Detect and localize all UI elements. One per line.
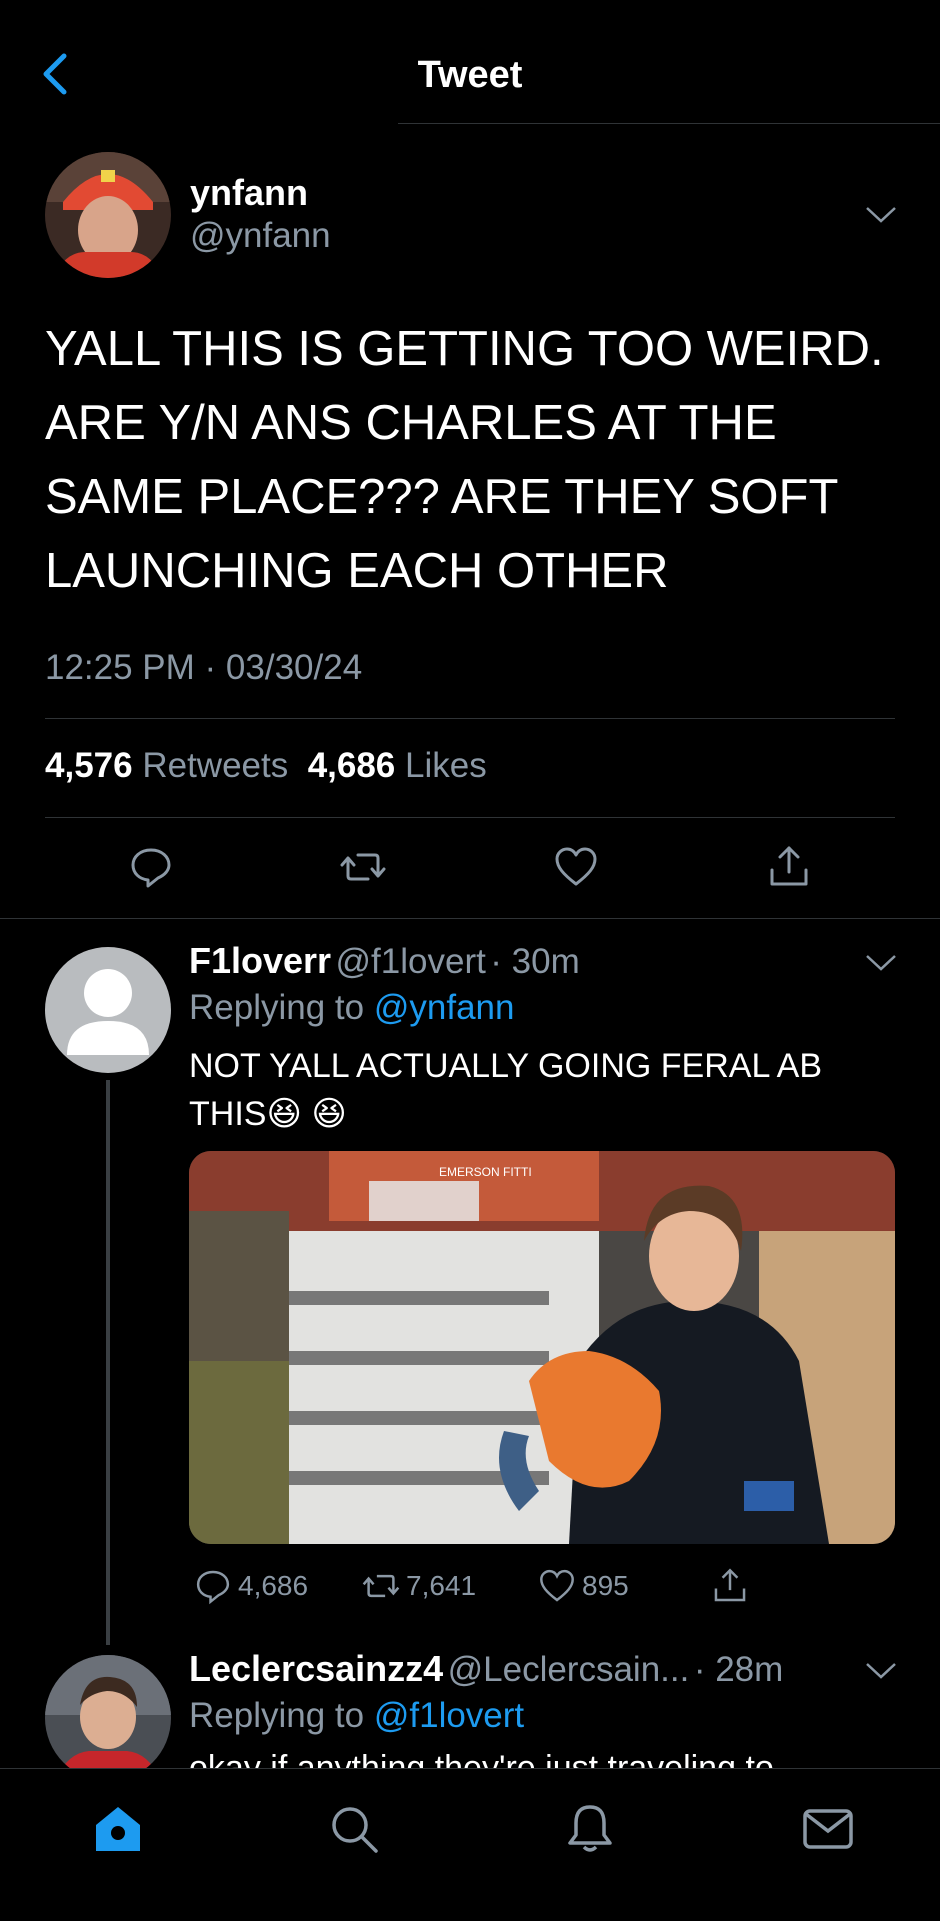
messages-icon[interactable]	[800, 1801, 856, 1857]
tweet-timestamp: 12:25 PM · 03/30/24	[45, 648, 363, 687]
likes-label[interactable]: Likes	[405, 746, 487, 785]
reply-icon	[196, 1570, 230, 1605]
replying-to: Replying to @f1lovert	[189, 1696, 524, 1736]
reply-author-name[interactable]: Leclercsainzz4	[189, 1648, 443, 1689]
divider	[45, 718, 895, 719]
retweet-count: 7,641	[406, 1570, 477, 1601]
page-title: Tweet	[417, 54, 523, 96]
like-icon[interactable]	[553, 844, 599, 890]
reply-author-handle[interactable]: @f1lovert	[336, 942, 486, 981]
chevron-down-icon[interactable]	[864, 205, 898, 225]
tweet-stats: 4,576 Retweets 4,686 Likes	[45, 746, 487, 786]
home-icon[interactable]	[90, 1801, 146, 1857]
reply-author-handle[interactable]: @Leclercsain...	[448, 1650, 690, 1689]
reply-text: NOT YALL ACTUALLY GOING FERAL AB THIS😆 😆	[189, 1047, 823, 1133]
media-image[interactable]: EMERSON FITTI	[189, 1151, 895, 1544]
reply-header: F1loverr @f1lovert · 30m	[189, 940, 580, 982]
author-name[interactable]: ynfann	[190, 172, 308, 214]
thread-line	[106, 1080, 110, 1645]
replying-to: Replying to @ynfann	[189, 988, 514, 1028]
avatar[interactable]	[45, 947, 171, 1073]
tab-bar	[0, 1768, 940, 1921]
reply-header: Leclercsainzz4 @Leclercsain... · 28m	[189, 1648, 783, 1690]
search-icon[interactable]	[326, 1801, 382, 1857]
replying-mention[interactable]: @ynfann	[374, 988, 515, 1027]
retweets-count[interactable]: 4,576	[45, 746, 133, 785]
tweet-text: YALL THIS IS GETTING TOO WEIRD. ARE Y/N …	[45, 322, 884, 598]
retweet-icon	[362, 1574, 400, 1598]
replying-prefix: Replying to	[189, 1696, 365, 1735]
reply-author-name[interactable]: F1loverr	[189, 940, 331, 981]
replying-prefix: Replying to	[189, 988, 365, 1027]
reply-time: · 30m	[490, 942, 580, 981]
retweets-label[interactable]: Retweets	[142, 746, 288, 785]
reply-action[interactable]: 4,686	[194, 1567, 308, 1605]
author-handle[interactable]: @ynfann	[190, 216, 331, 256]
header-divider	[398, 123, 940, 124]
like-action[interactable]: 895	[538, 1567, 629, 1605]
chevron-down-icon[interactable]	[864, 1661, 898, 1681]
reply-time: · 28m	[693, 1650, 784, 1689]
replying-mention[interactable]: @f1lovert	[374, 1696, 524, 1735]
reply-icon[interactable]	[128, 844, 174, 890]
retweet-action[interactable]: 7,641	[362, 1567, 476, 1605]
divider	[0, 918, 940, 919]
avatar[interactable]	[45, 1655, 171, 1781]
avatar[interactable]	[45, 152, 171, 278]
chevron-down-icon[interactable]	[864, 953, 898, 973]
like-count: 895	[582, 1570, 629, 1601]
retweet-icon[interactable]	[340, 844, 386, 890]
notifications-icon[interactable]	[562, 1801, 618, 1857]
reply-count: 4,686	[238, 1570, 309, 1601]
share-icon[interactable]	[711, 1567, 749, 1605]
divider	[45, 817, 895, 818]
share-icon[interactable]	[766, 844, 812, 890]
like-icon	[540, 1569, 574, 1602]
likes-count[interactable]: 4,686	[308, 746, 396, 785]
media-sign-text: EMERSON FITTI	[439, 1165, 532, 1179]
